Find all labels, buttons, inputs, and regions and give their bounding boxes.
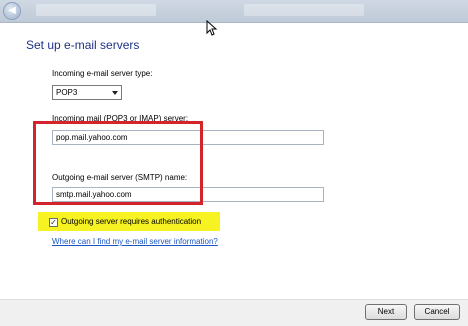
mouse-pointer-icon (206, 20, 218, 36)
title-bar: ◀ (0, 0, 468, 23)
auth-checkbox[interactable]: ✓ (49, 218, 58, 227)
incoming-type-select[interactable]: POP3 (52, 85, 122, 100)
blurred-title-text (36, 4, 156, 16)
incoming-type-value: POP3 (56, 88, 78, 97)
checkmark-icon: ✓ (50, 217, 57, 227)
annotation-red-box (33, 121, 203, 205)
cancel-button[interactable]: Cancel (414, 304, 460, 320)
back-button[interactable]: ◀ (3, 2, 21, 20)
email-setup-window: ◀ Set up e-mail servers Incoming e-mail … (0, 0, 468, 326)
auth-checkbox-label[interactable]: Outgoing server requires authentication (61, 217, 201, 226)
page-title: Set up e-mail servers (26, 38, 140, 52)
chevron-down-icon (112, 91, 118, 95)
blurred-title-text-secondary (244, 4, 364, 16)
arrow-left-icon: ◀ (8, 5, 16, 16)
incoming-type-label: Incoming e-mail server type: (52, 69, 153, 78)
server-info-help-link[interactable]: Where can I find my e-mail server inform… (52, 237, 218, 246)
next-button[interactable]: Next (365, 304, 407, 320)
